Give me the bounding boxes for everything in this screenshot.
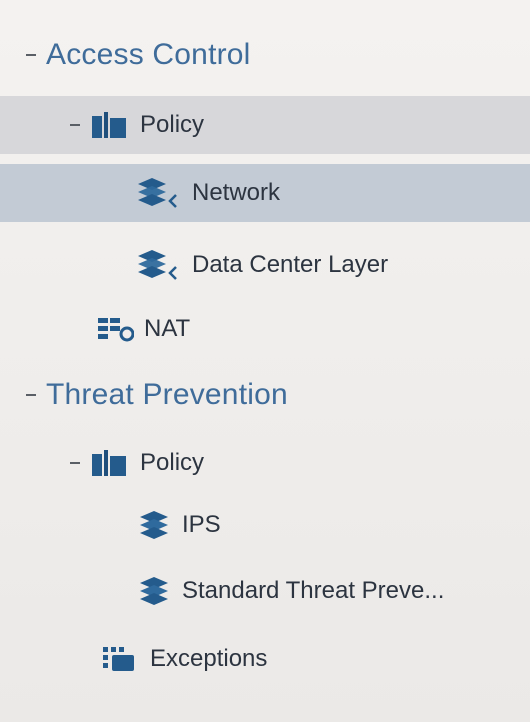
layers-icon [136,574,172,608]
tree-node-label: Policy [140,111,205,138]
nat-icon [96,314,134,344]
collapse-caret-icon[interactable] [68,121,82,129]
tree-node-label: Data Center Layer [192,251,389,278]
tree-node-label: Access Control [46,38,251,71]
tree-node-threat-prevention[interactable]: Threat Prevention [0,366,530,424]
tree-node-network-layer[interactable]: Network [0,164,530,222]
tree-node-ips-layer[interactable]: IPS [0,496,530,554]
tree-node-label: IPS [182,511,221,538]
tree-node-label: Exceptions [150,645,268,672]
collapse-caret-icon[interactable] [24,391,38,399]
tree-node-label: Network [192,179,281,206]
tree-node-access-policy[interactable]: Policy [0,96,530,154]
layers-icon [134,247,182,283]
policy-book-icon [90,110,130,140]
tree-node-label: Policy [140,449,205,476]
layers-icon [134,175,182,211]
layers-icon [136,508,172,542]
collapse-caret-icon[interactable] [24,51,38,59]
policy-tree: Access Control Policy Network Data Cente… [0,0,530,722]
collapse-caret-icon[interactable] [68,459,82,467]
tree-node-label: NAT [144,315,191,342]
tree-node-threat-policy[interactable]: Policy [0,434,530,492]
tree-node-data-center-layer[interactable]: Data Center Layer [0,236,530,294]
tree-node-exceptions[interactable]: Exceptions [0,630,530,688]
exceptions-icon [100,643,140,675]
tree-node-label: Threat Prevention [46,378,288,411]
tree-node-label: Standard Threat Preve... [182,577,445,604]
policy-book-icon [90,448,130,478]
tree-node-nat[interactable]: NAT [0,300,530,358]
tree-node-access-control[interactable]: Access Control [0,26,530,84]
tree-node-standard-threat-prevention-layer[interactable]: Standard Threat Preve... [0,562,530,620]
